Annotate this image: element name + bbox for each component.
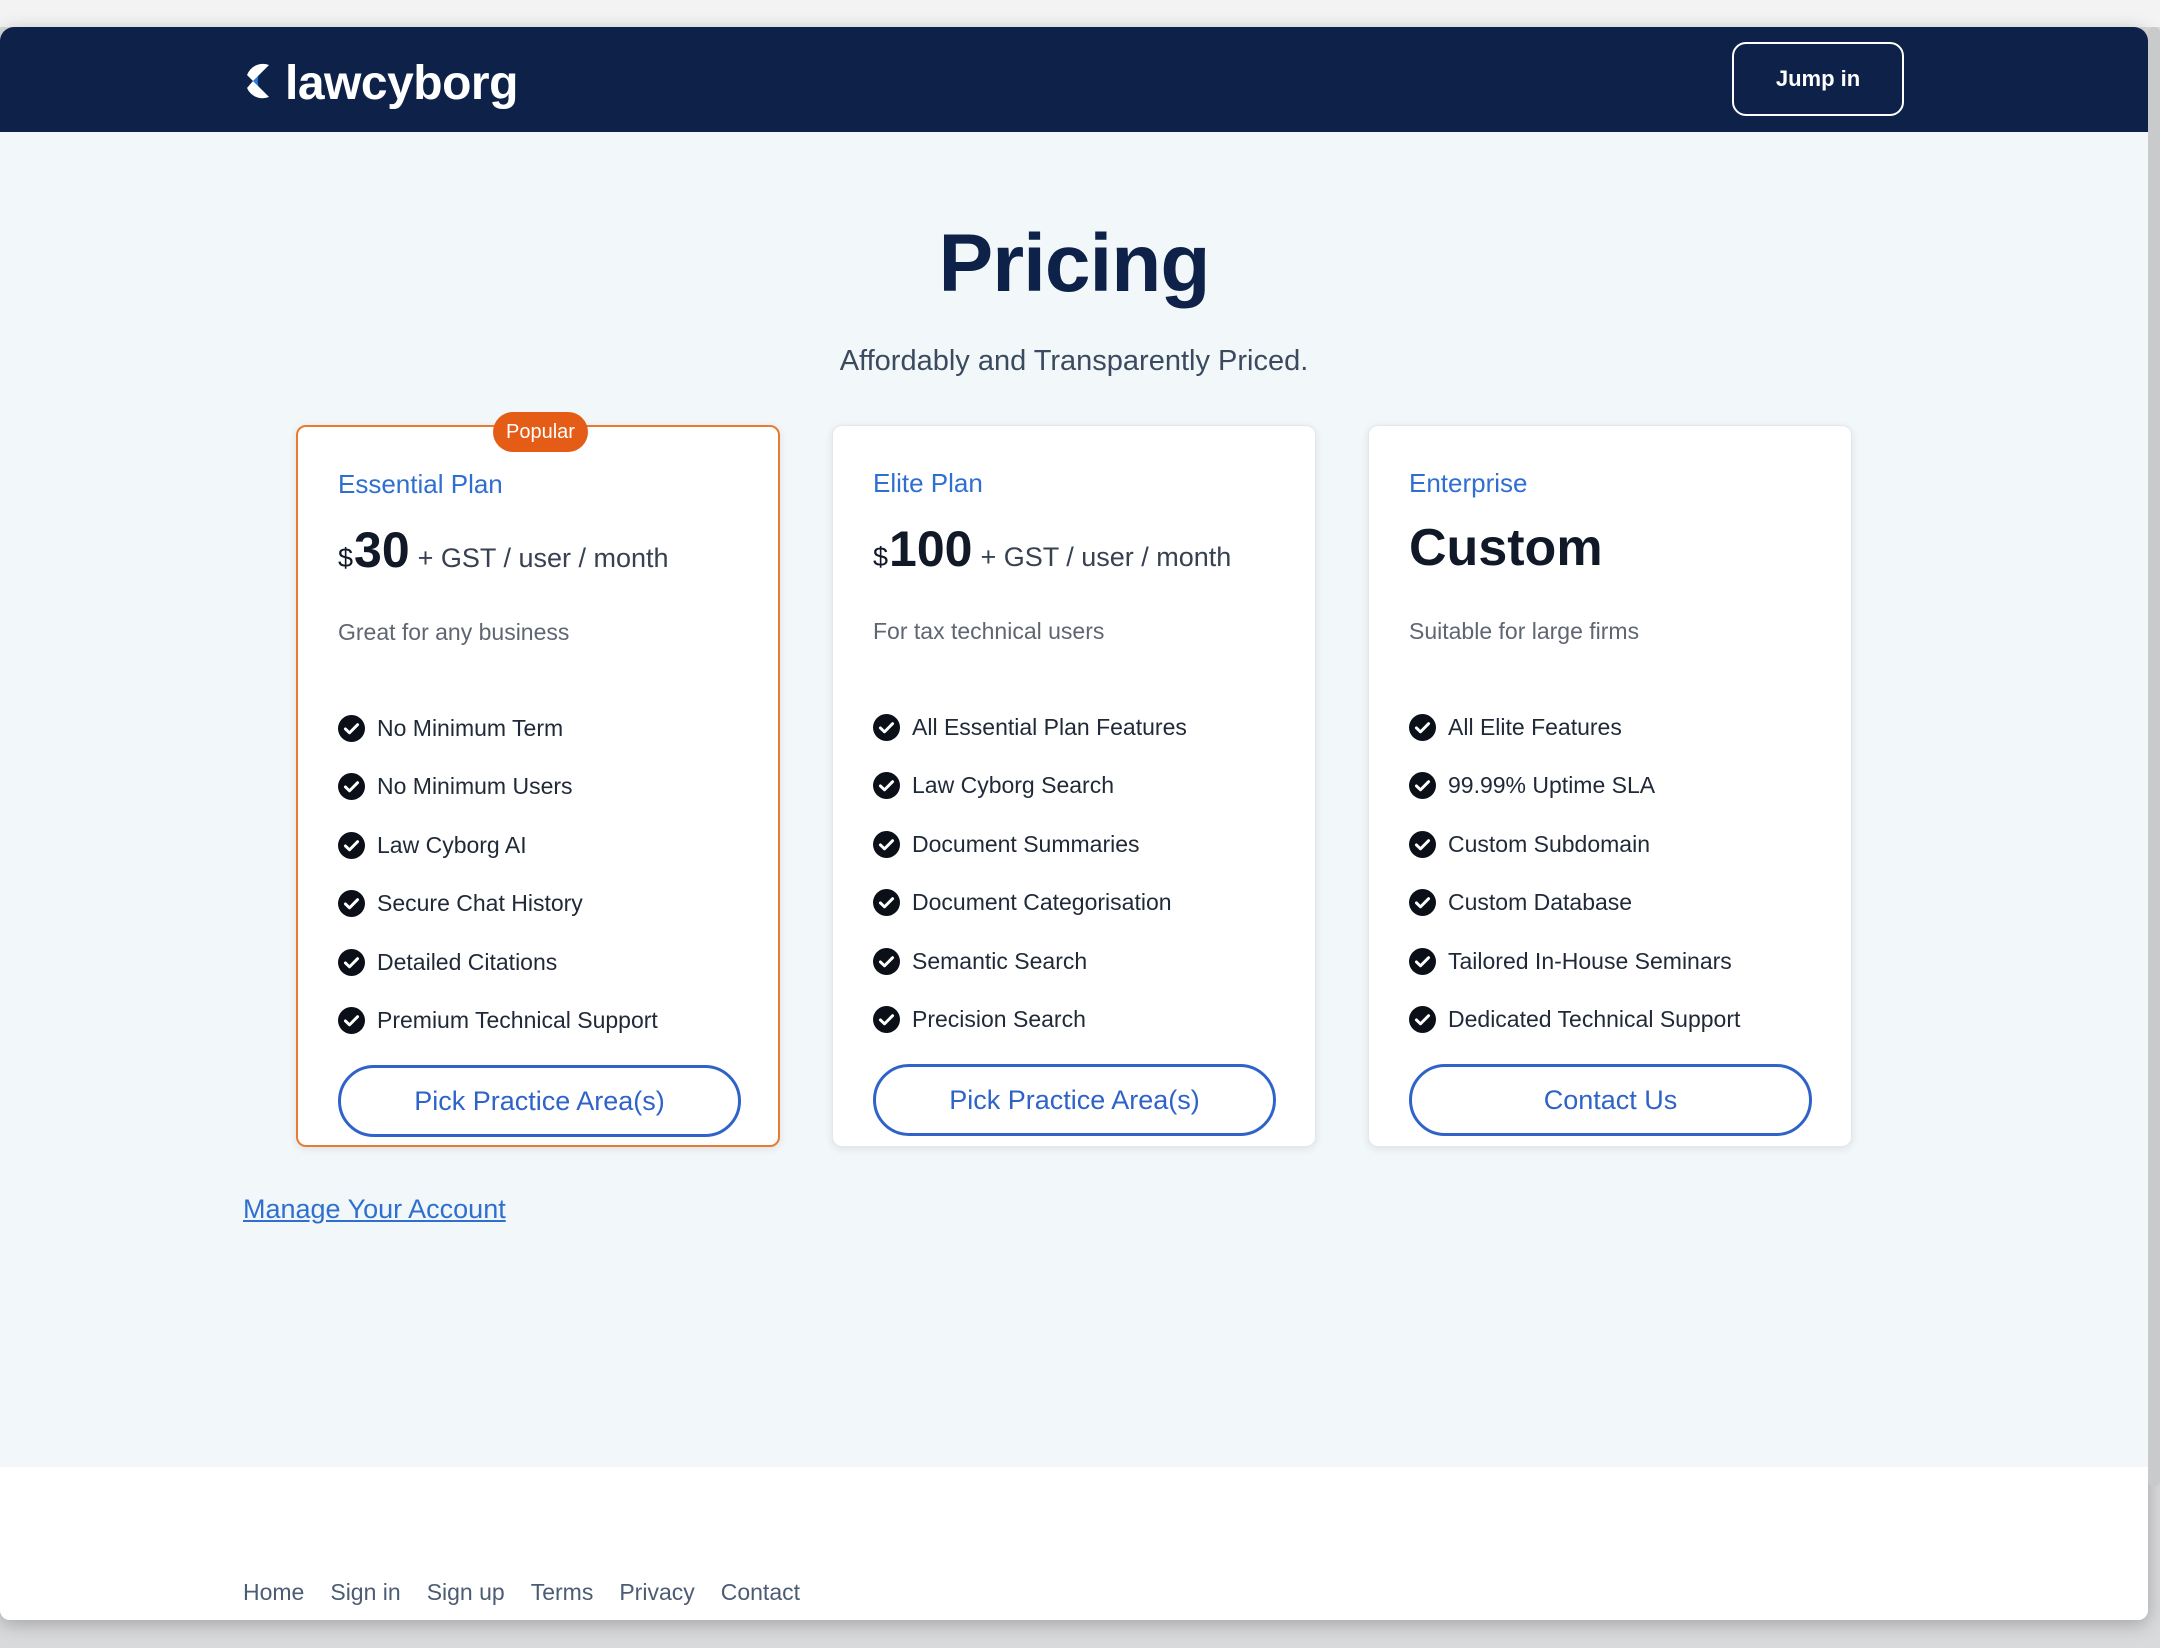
price-amount: 100: [889, 521, 973, 577]
feature-item: Precision Search: [873, 991, 1187, 1050]
check-circle-icon: [1409, 1006, 1436, 1034]
feature-label: Custom Subdomain: [1448, 830, 1650, 857]
feature-item: Document Summaries: [873, 815, 1187, 874]
plan-name: Essential Plan: [338, 469, 503, 499]
page-title: Pricing: [938, 218, 1211, 309]
price-currency: $: [338, 543, 354, 573]
plan-price: $ 30 + GST / user / month: [338, 521, 669, 579]
check-circle-icon: [1409, 947, 1436, 975]
feature-list: All Elite Features 99.99% Uptime SLA Cus…: [1409, 698, 1740, 1049]
page-subtitle: Affordably and Transparently Priced.: [839, 345, 1309, 377]
manage-account-link[interactable]: Manage Your Account: [243, 1194, 506, 1225]
feature-label: Semantic Search: [912, 947, 1088, 974]
lawcyborg-logo-icon: [243, 61, 277, 106]
feature-item: Detailed Citations: [338, 933, 658, 992]
feature-label: Secure Chat History: [377, 890, 583, 917]
plan-name: Elite Plan: [873, 468, 983, 498]
plan-card-elite: Elite Plan $ 100 + GST / user / month Fo…: [832, 425, 1316, 1147]
plan-tagline: For tax technical users: [873, 618, 1105, 644]
feature-label: Custom Database: [1448, 889, 1633, 916]
logo-text: lawcyborg: [285, 56, 518, 110]
check-circle-icon: [873, 830, 900, 858]
price-currency: $: [873, 542, 889, 572]
feature-list: All Essential Plan Features Law Cyborg S…: [873, 698, 1187, 1049]
footer-link-sign-in[interactable]: Sign in: [330, 1579, 400, 1606]
feature-item: Custom Subdomain: [1409, 815, 1740, 874]
feature-item: Semantic Search: [873, 932, 1187, 991]
check-circle-icon: [1409, 713, 1436, 741]
feature-label: Premium Technical Support: [377, 1007, 658, 1034]
check-circle-icon: [338, 831, 365, 859]
feature-label: No Minimum Users: [377, 773, 573, 800]
feature-item: Secure Chat History: [338, 875, 658, 934]
pick-practice-area-button[interactable]: Pick Practice Area(s): [873, 1064, 1276, 1136]
feature-label: Dedicated Technical Support: [1448, 1006, 1741, 1033]
navbar: lawcyborg Jump in: [0, 27, 2148, 132]
pick-practice-area-button[interactable]: Pick Practice Area(s): [338, 1065, 741, 1137]
footer-link-contact[interactable]: Contact: [721, 1579, 800, 1606]
feature-label: All Essential Plan Features: [912, 713, 1187, 740]
feature-item: Document Categorisation: [873, 874, 1187, 933]
feature-label: All Elite Features: [1448, 713, 1622, 740]
feature-item: Premium Technical Support: [338, 992, 658, 1051]
check-circle-icon: [338, 890, 365, 918]
feature-label: 99.99% Uptime SLA: [1448, 772, 1656, 799]
check-circle-icon: [873, 772, 900, 800]
check-circle-icon: [873, 1006, 900, 1034]
feature-item: Dedicated Technical Support: [1409, 991, 1740, 1050]
plan-tagline: Suitable for large firms: [1409, 618, 1640, 644]
feature-item: Tailored In-House Seminars: [1409, 932, 1740, 991]
window-top-strip: [0, 0, 2160, 27]
price-amount: 30: [354, 522, 410, 578]
popular-badge: Popular: [493, 412, 588, 452]
check-circle-icon: [338, 773, 365, 801]
footer-link-terms[interactable]: Terms: [531, 1579, 594, 1606]
check-circle-icon: [338, 714, 365, 742]
footer: Home Sign in Sign up Terms Privacy Conta…: [0, 1467, 2148, 1620]
feature-item: All Essential Plan Features: [873, 698, 1187, 757]
footer-link-privacy[interactable]: Privacy: [619, 1579, 694, 1606]
check-circle-icon: [873, 713, 900, 741]
plan-name: Enterprise: [1409, 468, 1528, 498]
feature-label: Document Summaries: [912, 830, 1140, 857]
feature-label: Law Cyborg AI: [377, 831, 527, 858]
footer-nav: Home Sign in Sign up Terms Privacy Conta…: [243, 1579, 800, 1606]
plan-tagline: Great for any business: [338, 619, 570, 645]
price-suffix: + GST / user / month: [417, 543, 669, 573]
feature-label: Document Categorisation: [912, 889, 1172, 916]
feature-label: Law Cyborg Search: [912, 772, 1114, 799]
feature-label: Detailed Citations: [377, 948, 558, 975]
feature-label: Tailored In-House Seminars: [1448, 947, 1732, 974]
feature-item: Law Cyborg AI: [338, 816, 658, 875]
feature-item: No Minimum Users: [338, 758, 658, 817]
feature-item: Law Cyborg Search: [873, 757, 1187, 816]
check-circle-icon: [873, 947, 900, 975]
feature-item: 99.99% Uptime SLA: [1409, 757, 1740, 816]
plan-price: Custom: [1409, 519, 1603, 577]
plan-price: $ 100 + GST / user / month: [873, 520, 1231, 578]
contact-us-button[interactable]: Contact Us: [1409, 1064, 1812, 1136]
footer-link-home[interactable]: Home: [243, 1579, 304, 1606]
feature-item: Custom Database: [1409, 874, 1740, 933]
feature-item: All Elite Features: [1409, 698, 1740, 757]
check-circle-icon: [1409, 830, 1436, 858]
browser-window: lawcyborg Jump in Pricing Affordably and…: [0, 27, 2148, 1620]
check-circle-icon: [1409, 772, 1436, 800]
feature-item: No Minimum Term: [338, 699, 658, 758]
check-circle-icon: [873, 889, 900, 917]
plan-card-essential: Popular Essential Plan $ 30 + GST / user…: [296, 412, 780, 1147]
feature-list: No Minimum Term No Minimum Users Law Cyb…: [338, 699, 658, 1050]
price-suffix: + GST / user / month: [980, 542, 1232, 572]
plan-card-enterprise: Enterprise Custom Suitable for large fir…: [1368, 425, 1852, 1147]
logo[interactable]: lawcyborg: [243, 56, 518, 110]
feature-label: Precision Search: [912, 1006, 1086, 1033]
scrollbar[interactable]: [2148, 27, 2160, 1487]
feature-label: No Minimum Term: [377, 714, 564, 741]
footer-link-sign-up[interactable]: Sign up: [427, 1579, 505, 1606]
check-circle-icon: [1409, 889, 1436, 917]
check-circle-icon: [338, 1007, 365, 1035]
jump-in-button[interactable]: Jump in: [1732, 42, 1904, 116]
check-circle-icon: [338, 948, 365, 976]
